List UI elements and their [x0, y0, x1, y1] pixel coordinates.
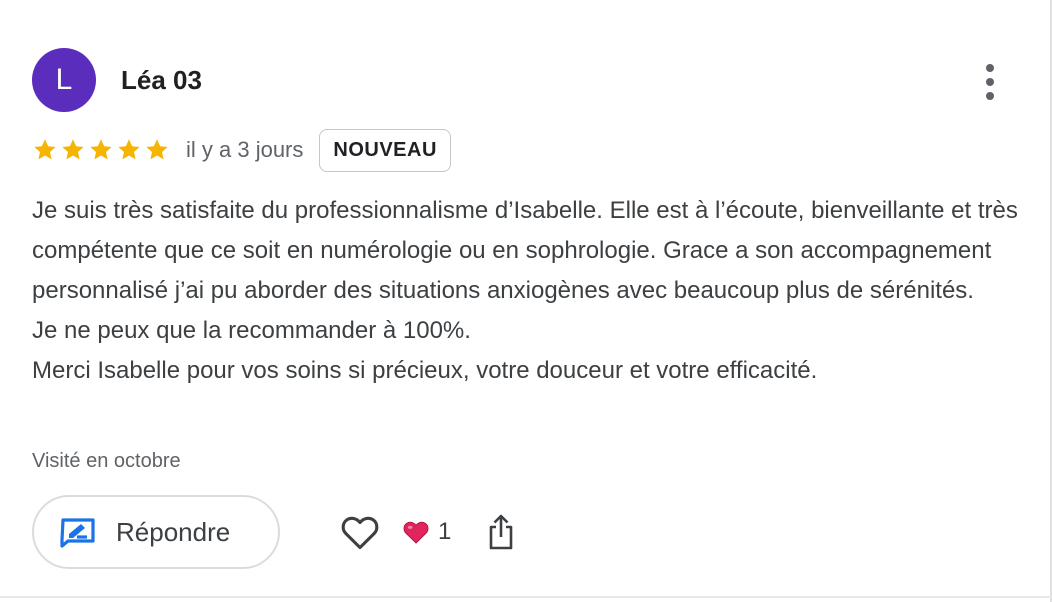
review-paragraph: Merci Isabelle pour vos soins si précieu… — [32, 357, 818, 384]
review-date: il y a 3 jours — [186, 137, 304, 162]
review-text: Je suis très satisfaite du professionnal… — [32, 191, 1022, 391]
review-meta: il y a 3 jours NOUVEAU — [32, 128, 451, 172]
more-options-button[interactable] — [976, 60, 1004, 104]
reviewer-name[interactable]: Léa 03 — [121, 65, 202, 96]
review-header: L Léa 03 — [32, 48, 202, 112]
like-button[interactable] — [338, 510, 382, 554]
reaction-summary[interactable]: 1 — [402, 518, 451, 546]
visited-date: Visité en octobre — [32, 450, 181, 472]
star-rating — [32, 137, 170, 163]
star-icon — [34, 139, 56, 160]
share-button[interactable] — [483, 510, 519, 554]
new-badge: NOUVEAU — [319, 128, 451, 172]
review-actions: Répondre 1 — [32, 494, 519, 570]
more-vert-icon — [986, 64, 994, 72]
red-heart-icon — [403, 521, 429, 544]
star-icon — [146, 139, 168, 160]
share-icon — [490, 514, 513, 550]
star-icon — [90, 139, 112, 160]
star-icon — [118, 139, 140, 160]
review-paragraph: Je suis très satisfaite du professionnal… — [32, 197, 1018, 304]
reaction-count: 1 — [438, 518, 452, 545]
reply-label: Répondre — [116, 516, 231, 547]
star-icon — [62, 139, 84, 160]
reply-button[interactable]: Répondre — [32, 495, 280, 569]
heart-outline-icon — [341, 516, 379, 550]
bottom-divider — [0, 596, 1052, 598]
review-paragraph: Je ne peux que la recommander à 100%. — [32, 317, 471, 344]
avatar[interactable]: L — [32, 48, 96, 112]
reply-edit-icon — [60, 518, 95, 548]
